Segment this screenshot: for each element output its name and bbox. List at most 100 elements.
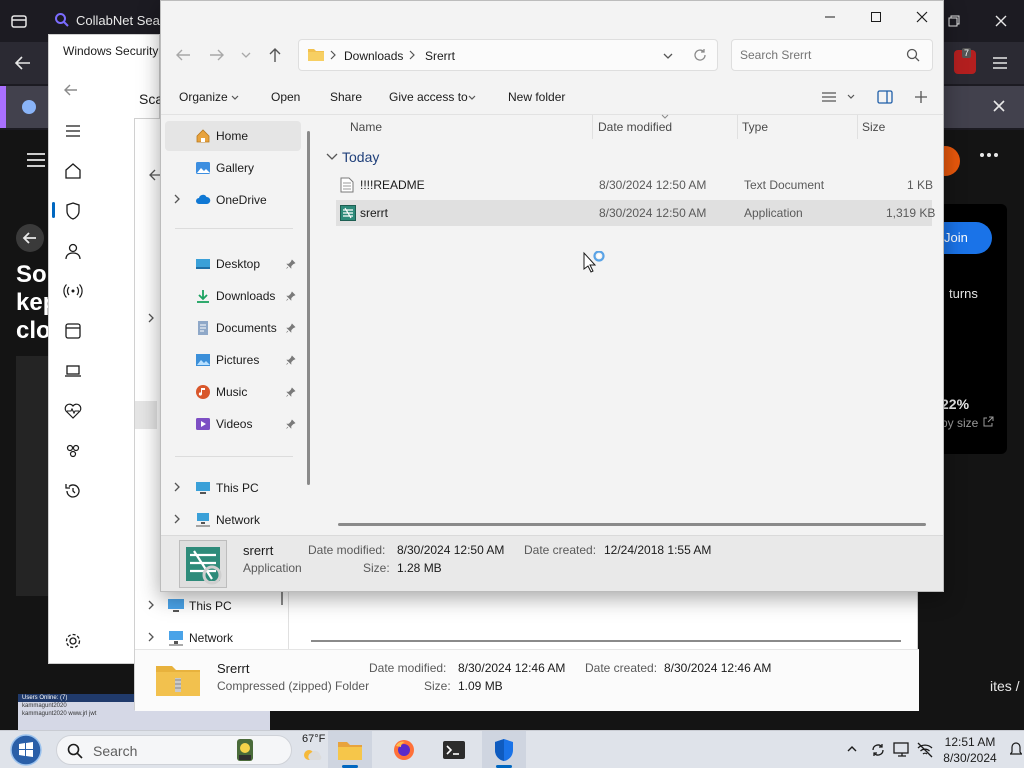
pin-icon[interactable]	[286, 291, 296, 301]
address-dropdown-icon[interactable]	[663, 52, 673, 60]
horizontal-scrollbar[interactable]	[311, 640, 901, 642]
up-arrow-icon[interactable]	[268, 47, 282, 63]
chevron-right-icon[interactable]	[173, 194, 183, 206]
pin-icon[interactable]	[286, 323, 296, 333]
nav-documents[interactable]: Documents	[161, 314, 301, 342]
taskbar-windows-security[interactable]	[482, 731, 526, 768]
browser-close-icon[interactable]	[993, 13, 1009, 29]
account-icon[interactable]	[63, 241, 83, 261]
column-header-name[interactable]: Name	[350, 120, 382, 134]
page-back-icon[interactable]	[16, 224, 44, 252]
nav-gallery[interactable]: Gallery	[161, 154, 301, 182]
nav-this-pc[interactable]: This PC	[189, 599, 232, 613]
preview-pane-icon[interactable]	[877, 90, 893, 104]
system-clock[interactable]: 12:51 AM 8/30/2024	[934, 734, 1006, 766]
refresh-icon[interactable]	[693, 48, 707, 62]
weather-widget[interactable]: 67°F	[298, 733, 330, 763]
give-access-button[interactable]: Give access to	[389, 90, 468, 104]
extension-icon[interactable]: 7	[954, 48, 976, 74]
footer-links-text[interactable]: ites / apps /	[990, 678, 1024, 694]
display-icon[interactable]	[893, 741, 911, 759]
settings-icon[interactable]	[63, 631, 83, 651]
size-link[interactable]: py size	[941, 416, 978, 430]
column-header-size[interactable]: Size	[862, 120, 885, 134]
table-row[interactable]: srerrt 8/30/2024 12:50 AM Application 1,…	[336, 200, 935, 226]
chevron-right-icon[interactable]	[147, 600, 155, 610]
notification-close-icon[interactable]	[992, 99, 1006, 113]
scrollbar-thumb[interactable]	[281, 591, 283, 605]
sync-icon[interactable]	[870, 742, 886, 758]
notifications-icon[interactable]	[1010, 741, 1022, 759]
nav-pictures[interactable]: Pictures	[161, 346, 301, 374]
table-row[interactable]: !!!!README 8/30/2024 12:50 AM Text Docum…	[336, 172, 933, 198]
close-button[interactable]	[899, 1, 945, 33]
pin-icon[interactable]	[286, 419, 296, 429]
view-options-icon[interactable]	[821, 91, 837, 103]
column-divider[interactable]	[737, 115, 738, 139]
family-icon[interactable]	[63, 441, 83, 461]
nav-this-pc[interactable]: This PC	[161, 474, 301, 502]
hamburger-icon[interactable]	[26, 152, 46, 168]
home-icon[interactable]	[63, 161, 83, 181]
column-header-type[interactable]: Type	[742, 120, 768, 134]
search-box[interactable]	[731, 39, 933, 71]
new-folder-button[interactable]: New folder	[508, 90, 565, 104]
minimize-button[interactable]	[807, 1, 853, 33]
nav-videos[interactable]: Videos	[161, 410, 301, 438]
browser-tab-title[interactable]: CollabNet Sear	[76, 13, 164, 28]
vertical-scrollbar[interactable]	[307, 131, 310, 485]
more-options-icon[interactable]	[979, 152, 999, 158]
organize-button[interactable]: Organize	[179, 90, 228, 104]
column-divider[interactable]	[857, 115, 858, 139]
chevron-right-icon[interactable]	[173, 482, 183, 494]
new-tab-icon[interactable]	[914, 90, 928, 104]
breadcrumb-current[interactable]: Srerrt	[425, 49, 455, 63]
security-back-icon[interactable]	[63, 83, 79, 97]
network-offline-icon[interactable]	[916, 741, 934, 759]
start-button[interactable]	[8, 733, 44, 767]
browser-back-icon[interactable]	[14, 55, 32, 71]
column-divider[interactable]	[592, 115, 593, 139]
chevron-down-icon[interactable]	[847, 94, 855, 100]
nav-downloads[interactable]: Downloads	[161, 282, 301, 310]
nav-music[interactable]: Music	[161, 378, 301, 406]
search-input[interactable]	[740, 48, 900, 62]
recent-locations-icon[interactable]	[241, 51, 251, 59]
breadcrumb-downloads[interactable]: Downloads	[344, 49, 403, 63]
search-icon[interactable]	[906, 48, 920, 62]
device-icon[interactable]	[63, 361, 83, 381]
show-hidden-icons[interactable]	[847, 745, 857, 753]
restore-icon[interactable]	[946, 13, 962, 29]
maximize-button[interactable]	[853, 1, 899, 33]
nav-network[interactable]: Network	[189, 631, 233, 645]
group-collapse-icon[interactable]	[326, 153, 338, 161]
nav-desktop[interactable]: Desktop	[161, 250, 301, 278]
pin-icon[interactable]	[286, 387, 296, 397]
tab-overview-icon[interactable]	[10, 12, 28, 30]
pin-icon[interactable]	[286, 355, 296, 365]
taskbar-file-explorer[interactable]	[328, 731, 372, 768]
app-browser-icon[interactable]	[63, 321, 83, 341]
open-button[interactable]: Open	[271, 90, 300, 104]
forward-arrow-icon[interactable]	[209, 48, 225, 62]
horizontal-scrollbar[interactable]	[338, 523, 926, 526]
nav-onedrive[interactable]: OneDrive	[161, 186, 301, 214]
nav-network[interactable]: Network	[161, 506, 301, 534]
back-arrow-icon[interactable]	[175, 48, 191, 62]
pin-icon[interactable]	[286, 259, 296, 269]
address-bar[interactable]: Downloads Srerrt	[298, 39, 718, 71]
taskbar-firefox[interactable]	[382, 731, 426, 768]
taskbar-search[interactable]: Search	[56, 735, 292, 765]
chevron-right-icon[interactable]	[147, 632, 155, 642]
network-icon[interactable]	[63, 281, 83, 301]
share-button[interactable]: Share	[330, 90, 362, 104]
shield-icon[interactable]	[63, 201, 83, 221]
history-icon[interactable]	[63, 481, 83, 501]
search-highlight-icon[interactable]	[229, 735, 263, 765]
menu-icon[interactable]	[991, 55, 1009, 71]
hamburger-icon[interactable]	[63, 121, 83, 141]
chevron-right-icon[interactable]	[173, 514, 183, 526]
taskbar-terminal[interactable]	[432, 731, 476, 768]
health-icon[interactable]	[63, 401, 83, 421]
nav-home[interactable]: Home	[161, 122, 301, 150]
